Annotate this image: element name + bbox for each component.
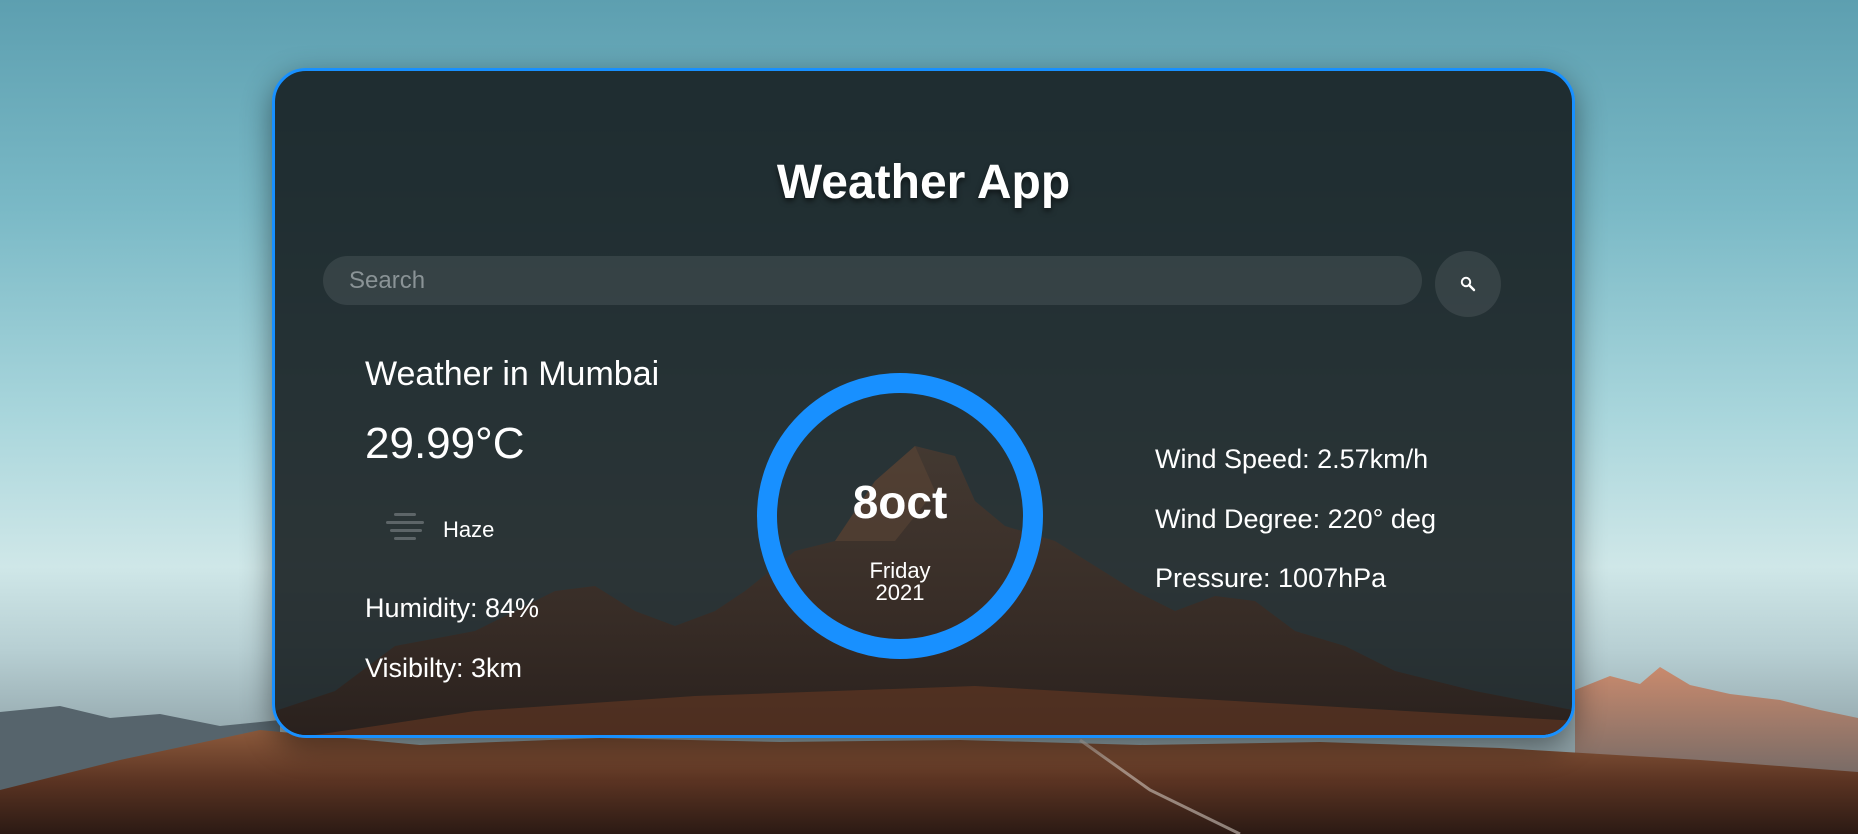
wind-speed: Wind Speed: 2.57km/h [1155, 444, 1429, 474]
city-heading: Weather in Mumbai [365, 355, 660, 393]
wind-degree: Wind Degree: 220° deg [1155, 504, 1436, 534]
pressure: Pressure: 1007hPa [1155, 563, 1387, 593]
date-year: 2021 [875, 580, 925, 605]
search-input[interactable] [323, 256, 1422, 305]
search-icon [1460, 276, 1476, 292]
haze-icon [386, 513, 424, 540]
weather-condition: Haze [443, 517, 495, 542]
date-day-month: 8oct [852, 476, 948, 528]
search-button[interactable] [1435, 251, 1501, 317]
temperature: 29.99°C [365, 419, 525, 468]
humidity: Humidity: 84% [365, 593, 540, 623]
visibility: Visibilty: 3km [365, 653, 523, 683]
weather-card: Weather App Weather in Mumbai 29.99°C Ha… [272, 68, 1575, 738]
app-title: Weather App [776, 156, 1071, 209]
date-weekday: Friday [869, 558, 931, 583]
